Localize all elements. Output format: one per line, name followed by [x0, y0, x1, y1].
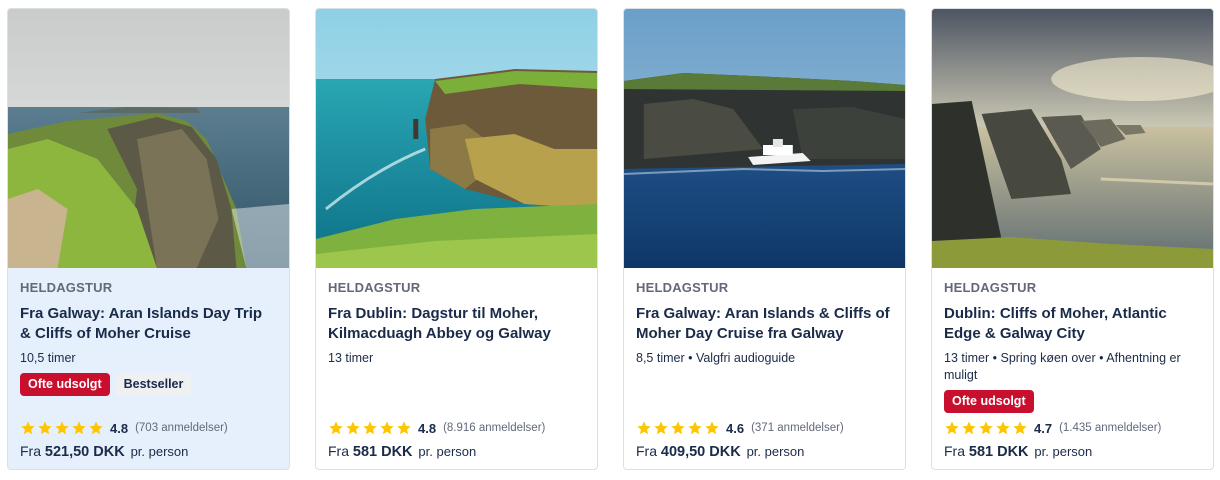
star-rating [944, 420, 1028, 436]
activity-category: HELDAGSTUR [328, 280, 421, 295]
rating-row: 4.6 (371 anmeldelser) [636, 418, 893, 438]
price-prefix: Fra [944, 443, 965, 459]
activity-duration: 13 timer • Spring køen over • Afhentning… [944, 351, 1181, 382]
review-count: (703 anmeldelser) [135, 422, 228, 434]
activity-photo [316, 9, 597, 268]
rating-score: 4.8 [110, 420, 129, 436]
activity-title[interactable]: Fra Galway: Aran Islands Day Trip & Clif… [20, 304, 277, 344]
likely-to-sell-out-badge: Ofte udsolgt [944, 390, 1034, 413]
star-icon [54, 420, 70, 436]
rating-score: 4.6 [726, 420, 745, 436]
activity-card[interactable]: HELDAGSTUR Fra Galway: Aran Islands Day … [7, 8, 290, 470]
rating-price-block: 4.8 (8.916 anmeldelser) Fra 581 DKK pr. … [328, 418, 585, 461]
price-prefix: Fra [20, 443, 41, 459]
star-icon [704, 420, 720, 436]
activity-title[interactable]: Dublin: Cliffs of Moher, Atlantic Edge &… [944, 304, 1201, 344]
star-icon [328, 420, 344, 436]
activity-duration: 8,5 timer • Valgfri audioguide [636, 351, 796, 365]
bestseller-badge: Bestseller [115, 373, 192, 396]
star-icon [944, 420, 960, 436]
star-icon [345, 420, 361, 436]
price-amount: 581 DKK [352, 444, 413, 460]
price-prefix: Fra [328, 443, 349, 459]
star-icon [396, 420, 412, 436]
price-row: Fra 581 DKK pr. person [944, 443, 1201, 460]
price-row: Fra 581 DKK pr. person [328, 443, 585, 460]
price-unit: pr. person [418, 444, 477, 459]
rating-row: 4.8 (703 anmeldelser) [20, 418, 277, 438]
star-icon [71, 420, 87, 436]
badge-row: Ofte udsolgt Bestseller [20, 373, 277, 396]
price-unit: pr. person [130, 444, 189, 459]
activity-card[interactable]: HELDAGSTUR Fra Dublin: Dagstur til Moher… [315, 8, 598, 470]
star-icon [961, 420, 977, 436]
star-icon [653, 420, 669, 436]
price-prefix: Fra [636, 443, 657, 459]
price-amount: 409,50 DKK [660, 444, 741, 460]
review-count: (371 anmeldelser) [751, 422, 844, 434]
activity-duration: 10,5 timer [20, 351, 76, 365]
activity-category: HELDAGSTUR [944, 280, 1037, 295]
star-icon [20, 420, 36, 436]
star-icon [1012, 420, 1028, 436]
rating-price-block: 4.6 (371 anmeldelser) Fra 409,50 DKK pr.… [636, 418, 893, 461]
activity-photo [932, 9, 1213, 268]
activity-card[interactable]: HELDAGSTUR Fra Galway: Aran Islands & Cl… [623, 8, 906, 470]
price-row: Fra 521,50 DKK pr. person [20, 443, 277, 460]
rating-price-block: 4.8 (703 anmeldelser) Fra 521,50 DKK pr.… [20, 418, 277, 461]
activity-card-list: HELDAGSTUR Fra Galway: Aran Islands Day … [0, 0, 1220, 480]
star-icon [37, 420, 53, 436]
badge-row: Ofte udsolgt [944, 390, 1201, 413]
rating-row: 4.8 (8.916 anmeldelser) [328, 418, 585, 438]
activity-photo [8, 9, 289, 268]
star-icon [88, 420, 104, 436]
star-icon [670, 420, 686, 436]
star-icon [379, 420, 395, 436]
rating-price-block: 4.7 (1.435 anmeldelser) Fra 581 DKK pr. … [944, 418, 1201, 461]
rating-score: 4.8 [418, 420, 437, 436]
activity-title[interactable]: Fra Dublin: Dagstur til Moher, Kilmacdua… [328, 304, 585, 344]
star-icon [995, 420, 1011, 436]
activity-card[interactable]: HELDAGSTUR Dublin: Cliffs of Moher, Atla… [931, 8, 1214, 470]
star-icon [636, 420, 652, 436]
star-icon [362, 420, 378, 436]
price-unit: pr. person [1034, 444, 1093, 459]
rating-score: 4.7 [1034, 420, 1053, 436]
star-rating [328, 420, 412, 436]
price-row: Fra 409,50 DKK pr. person [636, 443, 893, 460]
star-icon [687, 420, 703, 436]
star-rating [20, 420, 104, 436]
star-rating [636, 420, 720, 436]
price-unit: pr. person [746, 444, 805, 459]
activity-photo [624, 9, 905, 268]
activity-duration: 13 timer [328, 351, 374, 365]
review-count: (8.916 anmeldelser) [443, 422, 546, 434]
price-amount: 521,50 DKK [44, 444, 125, 460]
activity-category: HELDAGSTUR [20, 280, 113, 295]
review-count: (1.435 anmeldelser) [1059, 422, 1162, 434]
rating-row: 4.7 (1.435 anmeldelser) [944, 418, 1201, 438]
activity-title[interactable]: Fra Galway: Aran Islands & Cliffs of Moh… [636, 304, 893, 344]
star-icon [978, 420, 994, 436]
price-amount: 581 DKK [968, 444, 1029, 460]
activity-category: HELDAGSTUR [636, 280, 729, 295]
likely-to-sell-out-badge: Ofte udsolgt [20, 373, 110, 396]
